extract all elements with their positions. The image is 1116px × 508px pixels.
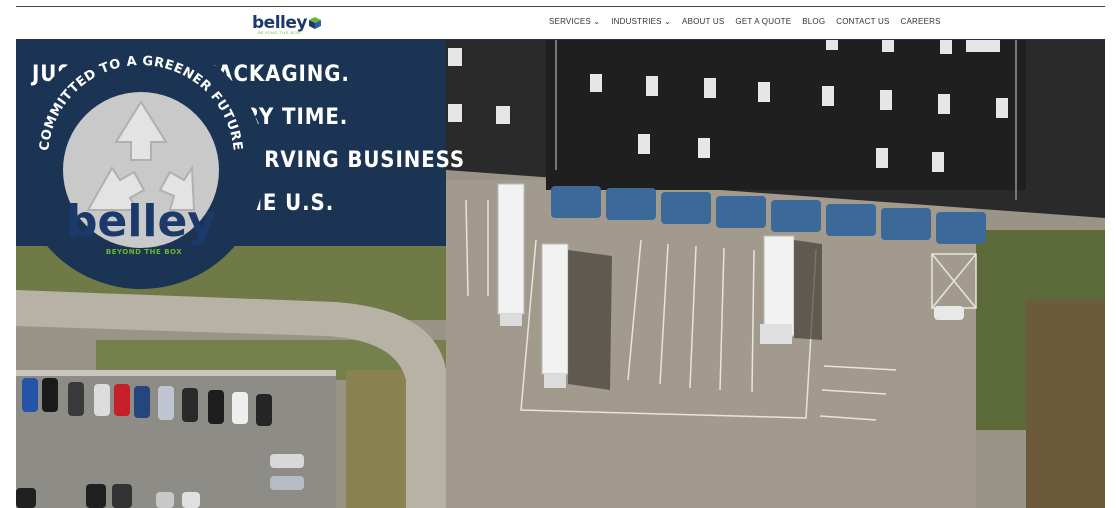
main-nav: SERVICES ⌄ INDUSTRIES ⌄ ABOUT US GET A Q… <box>549 17 941 26</box>
top-navbar: belley BEYOND THE BOX SERVICES ⌄ INDUSTR… <box>16 6 1105 41</box>
greener-future-badge: COMMITTED TO A GREENER FUTURE belley BEY… <box>17 41 265 289</box>
brand-logo[interactable]: belley BEYOND THE BOX <box>252 12 321 35</box>
cube-icon <box>308 17 321 29</box>
nav-contact-us[interactable]: CONTACT US <box>836 17 889 26</box>
logo-tagline: BEYOND THE BOX <box>258 30 301 35</box>
nav-about-us[interactable]: ABOUT US <box>682 17 724 26</box>
nav-get-a-quote[interactable]: GET A QUOTE <box>735 17 791 26</box>
nav-blog[interactable]: BLOG <box>802 17 825 26</box>
page: belley BEYOND THE BOX SERVICES ⌄ INDUSTR… <box>16 0 1105 508</box>
nav-careers[interactable]: CAREERS <box>901 17 941 26</box>
hero-section: JUST ENOUGH PACKAGING. JUST-IN-TIME. EVE… <box>16 40 1105 508</box>
badge-tagline: BEYOND THE BOX <box>106 248 182 256</box>
badge-logo-wordmark: belley <box>66 196 216 247</box>
nav-services[interactable]: SERVICES ⌄ <box>549 17 600 26</box>
nav-industries[interactable]: INDUSTRIES ⌄ <box>611 17 671 26</box>
